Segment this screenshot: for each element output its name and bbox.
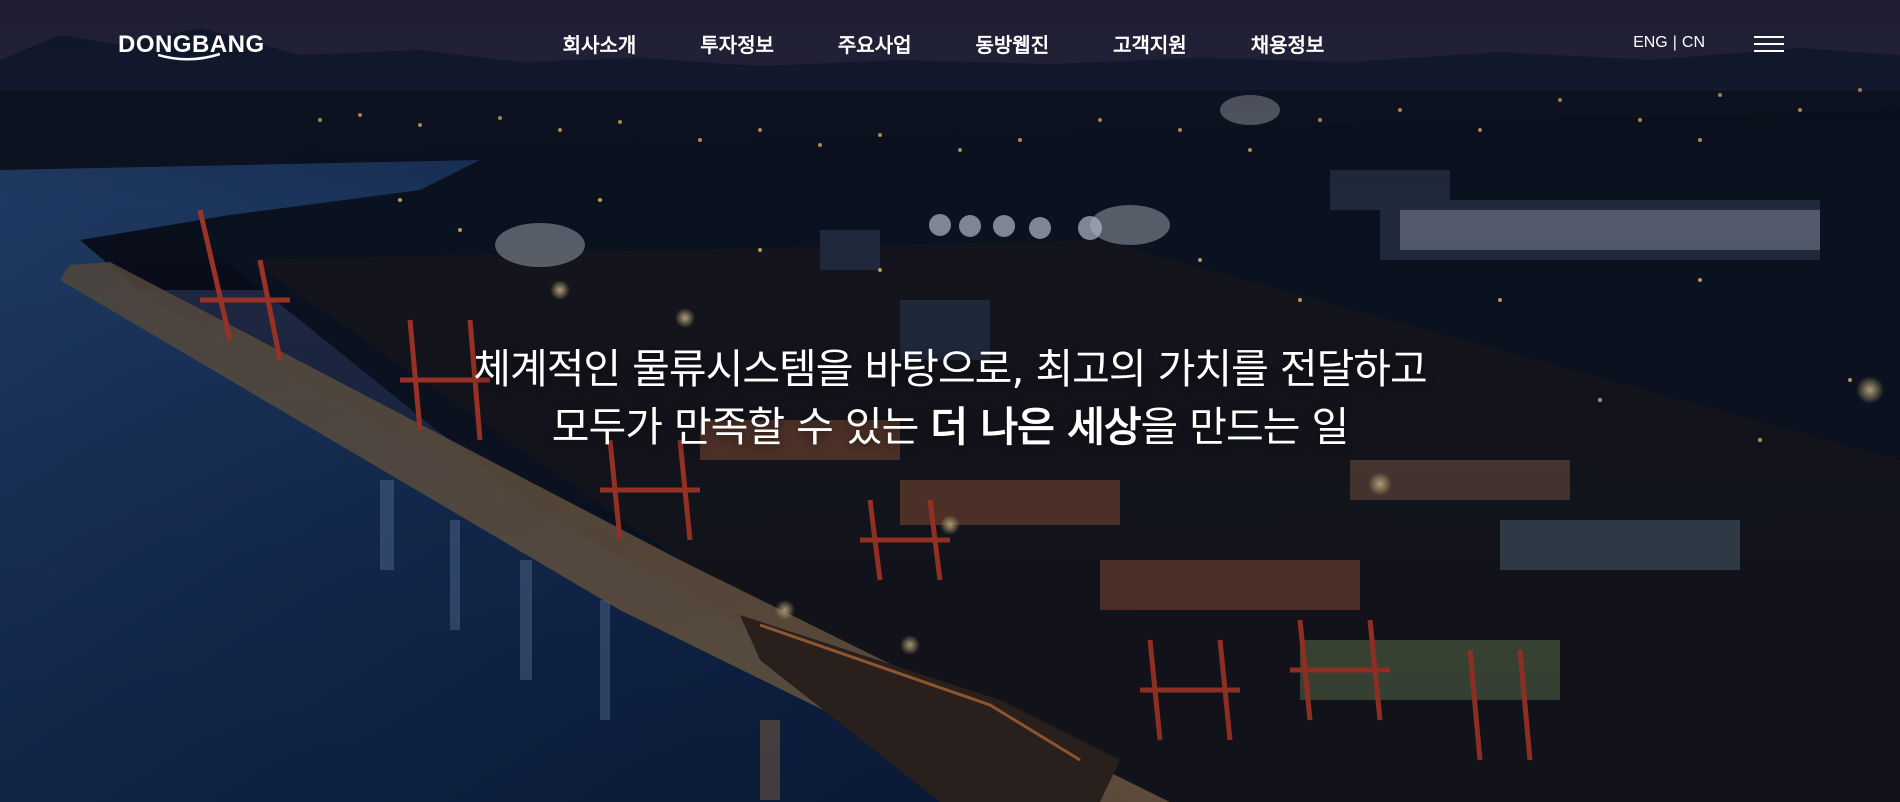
hamburger-menu-icon[interactable] [1754, 35, 1784, 55]
menu-bar [1754, 36, 1784, 38]
language-switcher: ENG | CN [1633, 34, 1705, 52]
hero-line-1: 체계적인 물류시스템을 바탕으로, 최고의 가치를 전달하고 [473, 345, 1427, 393]
menu-bar [1754, 50, 1784, 52]
hero-line-2-suffix: 을 만드는 일 [1140, 403, 1350, 451]
nav-item-careers[interactable]: 채용정보 [1251, 28, 1325, 62]
nav-item-webzine[interactable]: 동방웹진 [976, 28, 1050, 62]
lang-separator: | [1672, 34, 1677, 51]
nav-item-investment[interactable]: 투자정보 [700, 28, 774, 62]
menu-bar [1754, 43, 1784, 45]
hero-line-2-prefix: 모두가 만족할 수 있는 [551, 403, 931, 451]
nav-item-company[interactable]: 회사소개 [563, 28, 637, 62]
nav-item-support[interactable]: 고객지원 [1113, 28, 1187, 62]
lang-eng-link[interactable]: ENG [1633, 34, 1668, 52]
main-nav: 회사소개 투자정보 주요사업 동방웹진 고객지원 채용정보 [0, 28, 1900, 62]
page: DONGBANG 회사소개 투자정보 주요사업 동방웹진 고객지원 채용정보 E… [0, 0, 1900, 802]
logo-text: DONGBANG [118, 31, 265, 58]
site-header: DONGBANG 회사소개 투자정보 주요사업 동방웹진 고객지원 채용정보 E… [0, 0, 1900, 90]
lang-cn-link[interactable]: CN [1682, 34, 1705, 52]
nav-item-business[interactable]: 주요사업 [838, 28, 912, 62]
dongbang-logo[interactable]: DONGBANG [118, 27, 265, 63]
hero-line-2: 모두가 만족할 수 있는 더 나은 세상을 만드는 일 [0, 398, 1900, 456]
hero-headline: 체계적인 물류시스템을 바탕으로, 최고의 가치를 전달하고 모두가 만족할 수… [0, 340, 1900, 456]
hero-line-2-emphasis: 더 나은 세상 [930, 403, 1141, 451]
